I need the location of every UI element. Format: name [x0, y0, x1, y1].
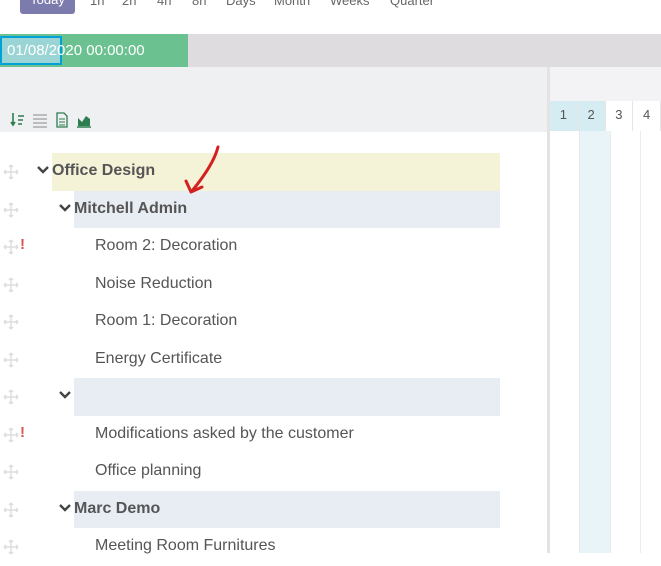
day-cell: 3 [605, 101, 634, 131]
top-toolbar: Today 1h 2h 4h 8h Days Month Weeks Quart… [0, 0, 661, 34]
scale-month-button[interactable]: Month [274, 0, 310, 8]
task-label: Noise Reduction [95, 274, 213, 292]
list-view-icon[interactable] [31, 111, 49, 129]
scale-weeks-button[interactable]: Weeks [330, 0, 370, 8]
task-row[interactable]: Office planning [0, 453, 547, 491]
gantt-header [550, 67, 661, 101]
chevron-down-icon[interactable] [58, 501, 72, 515]
scale-4h-button[interactable]: 4h [157, 0, 171, 8]
drag-handle-icon[interactable] [3, 427, 19, 443]
scale-1h-button[interactable]: 1h [90, 0, 104, 8]
drag-handle-icon[interactable] [3, 502, 19, 518]
chart-icon[interactable] [75, 111, 93, 129]
drag-handle-icon[interactable] [3, 277, 19, 293]
gantt-grid-line [640, 131, 641, 553]
warning-icon: ! [20, 236, 25, 253]
group-row-user[interactable]: Mitchell Admin [0, 190, 547, 228]
drag-handle-icon[interactable] [3, 314, 19, 330]
day-cell: 2 [577, 101, 606, 131]
task-row[interactable]: ! Modifications asked by the customer [0, 416, 547, 454]
day-cell: 1 [550, 101, 578, 131]
today-button[interactable]: Today [20, 0, 75, 14]
gantt-day-row: 1 2 3 4 [550, 101, 661, 131]
task-label: Room 1: Decoration [95, 312, 238, 329]
task-label: Office planning [95, 462, 202, 479]
scale-quarter-button[interactable]: Quarter [390, 0, 434, 8]
task-row[interactable]: Room 1: Decoration [0, 303, 547, 341]
task-label: Energy Certificate [95, 349, 223, 367]
group-label: Mitchell Admin [74, 199, 188, 217]
task-row[interactable]: Noise Reduction [0, 266, 547, 304]
gantt-column [550, 131, 580, 553]
task-list-tools [9, 111, 93, 129]
day-cell: 4 [633, 101, 661, 131]
annotation-arrow-icon [184, 145, 220, 194]
group-label: Office Design [52, 162, 156, 179]
drag-handle-icon[interactable] [3, 389, 19, 405]
scale-2h-button[interactable]: 2h [122, 0, 136, 8]
group-row-background [74, 378, 500, 416]
drag-handle-icon[interactable] [3, 239, 19, 255]
drag-handle-icon[interactable] [3, 352, 19, 368]
document-icon[interactable] [53, 111, 71, 129]
task-row[interactable]: Meeting Room Furnitures [0, 528, 547, 566]
chevron-down-icon[interactable] [58, 388, 72, 402]
task-row[interactable]: ! Room 2: Decoration [0, 228, 547, 266]
task-label: Room 2: Decoration [95, 237, 238, 254]
sort-order-icon[interactable] [9, 111, 27, 129]
gantt-grid-line [610, 131, 611, 553]
group-row-user[interactable]: Marc Demo [0, 490, 547, 528]
scale-days-button[interactable]: Days [226, 0, 256, 8]
drag-handle-icon[interactable] [3, 164, 19, 180]
date-range-bar[interactable]: 01/08/2020 00:00:00 [0, 34, 188, 67]
group-row-project[interactable]: Office Design [0, 153, 547, 191]
date-text: 01/08/2020 00:00:00 [7, 42, 145, 59]
group-label: Marc Demo [74, 499, 161, 517]
drag-handle-icon[interactable] [3, 202, 19, 218]
task-label: Modifications asked by the customer [95, 424, 354, 442]
gantt-today-column [580, 131, 610, 553]
drag-handle-icon[interactable] [3, 464, 19, 480]
group-row-unassigned[interactable] [0, 378, 547, 416]
task-label: Meeting Room Furnitures [95, 537, 276, 554]
chevron-down-icon[interactable] [58, 201, 72, 215]
chevron-down-icon[interactable] [36, 163, 50, 177]
warning-icon: ! [20, 423, 25, 441]
scale-8h-button[interactable]: 8h [192, 0, 206, 8]
task-row[interactable]: Energy Certificate [0, 341, 547, 379]
date-bar: 01/08/2020 00:00:00 [0, 34, 661, 67]
